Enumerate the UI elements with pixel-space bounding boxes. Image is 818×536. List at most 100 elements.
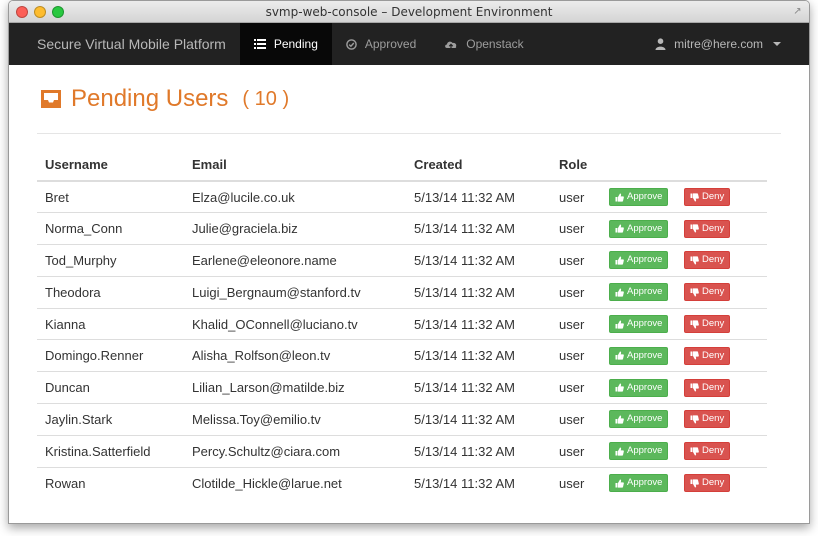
nav-approved[interactable]: Approved [332,23,430,65]
user-menu[interactable]: mitre@here.com [655,23,809,65]
cell-role: user [551,244,601,277]
thumbs-up-icon [615,447,624,456]
page-title: Pending Users [71,85,229,112]
cell-username: Jaylin.Stark [37,403,184,436]
thumbs-down-icon [690,415,699,424]
approve-button[interactable]: Approve [609,219,669,238]
thumbs-down-icon [690,447,699,456]
approve-button[interactable]: Approve [609,474,669,493]
table-row: Norma_Conn Julie@graciela.biz 5/13/14 11… [37,212,767,245]
thumbs-down-icon [690,224,699,233]
deny-button-label: Deny [702,477,725,489]
pending-count: ( 10 ) [242,87,290,110]
approve-button-label: Approve [627,413,663,425]
thumbs-up-icon [615,320,624,329]
cell-created: 5/13/14 11:32 AM [406,275,551,309]
cell-role: user [551,339,601,372]
thumbs-down-icon [690,319,699,329]
table-row: Duncan Lilian_Larson@matilde.biz 5/13/14… [37,371,767,404]
nav-approved-label: Approved [364,37,417,51]
approve-button-label: Approve [627,381,663,393]
cell-actions: Approve Deny [601,181,767,213]
deny-button-label: Deny [702,222,725,234]
cell-email: Elza@lucile.co.uk [192,189,295,205]
cell-email: Melissa.Toy@emilio.tv [184,403,406,436]
cell-username: Duncan [37,371,184,404]
approve-button[interactable]: Approve [609,315,669,334]
approve-button[interactable]: Approve [609,188,669,207]
cell-email: Lilian_Larson@matilde.biz [184,371,406,404]
brand-link[interactable]: Secure Virtual Mobile Platform [9,23,240,65]
cell-role: user [551,434,601,468]
nav-pending[interactable]: Pending [239,23,332,65]
deny-button[interactable]: Deny [684,315,731,334]
thumbs-up-icon [615,288,624,297]
list-icon [253,39,266,49]
cloud-upload-icon [445,41,457,49]
column-header-actions [601,152,767,182]
thumbs-up-icon [615,383,624,392]
deny-button[interactable]: Deny [684,442,731,461]
cell-username: Tod_Murphy [37,244,184,277]
check-circle-icon [346,38,357,50]
deny-button[interactable]: Deny [684,474,731,493]
approve-button-label: Approve [627,318,663,330]
cell-created: 5/13/14 11:32 AM [406,307,551,340]
cell-actions: Approve Deny [601,434,767,468]
cell-email: Percy.Schultz@ciara.com [184,434,406,468]
approve-button-label: Approve [627,445,663,457]
fullscreen-icon[interactable]: ↗ [792,6,803,17]
column-header-username: Username [37,152,184,182]
cell-email: Khalid_OConnell@luciano.tv [184,307,406,340]
cell-created: 5/13/14 11:32 AM [406,339,551,372]
cell-created: 5/13/14 11:32 AM [406,466,551,499]
column-header-created: Created [406,152,551,182]
window-controls [16,6,64,18]
cell-actions: Approve Deny [601,371,767,404]
cell-actions: Approve Deny [601,212,767,245]
thumbs-up-icon [615,351,624,360]
approve-button[interactable]: Approve [609,378,669,397]
cell-actions: Approve Deny [601,275,767,309]
inbox-icon [41,90,61,108]
cell-role: user [551,403,601,436]
approve-button[interactable]: Approve [609,251,669,270]
page-header: Pending Users ( 10 ) [37,65,781,134]
user-icon [655,38,666,50]
user-email: mitre@here.com [674,37,763,51]
cell-actions: Approve Deny [601,403,767,436]
approve-button[interactable]: Approve [609,346,669,365]
table-row: Kristina.Satterfield Percy.Schultz@ciara… [37,434,767,468]
chevron-down-icon [773,42,781,46]
deny-button[interactable]: Deny [684,283,731,302]
table-body: Bret Elza@lucile.co.uk 5/13/14 11:32 AM … [37,181,767,499]
deny-button-label: Deny [702,191,725,203]
table-row: Rowan Clotilde_Hickle@larue.net 5/13/14 … [37,466,767,499]
cell-created: 5/13/14 11:32 AM [406,244,551,277]
zoom-window-button[interactable] [52,6,64,18]
deny-button[interactable]: Deny [684,219,731,238]
cell-actions: Approve Deny [601,466,767,499]
deny-button-label: Deny [702,381,725,393]
window-title: svmp-web-console – Development Environme… [265,5,553,19]
cell-created: 5/13/14 11:32 AM [414,189,515,205]
deny-button[interactable]: Deny [684,378,731,397]
nav-openstack[interactable]: Openstack [430,23,537,65]
cell-username: Theodora [37,275,184,309]
deny-button[interactable]: Deny [684,346,731,365]
minimize-window-button[interactable] [34,6,46,18]
approve-button[interactable]: Approve [609,283,669,302]
close-window-button[interactable] [16,6,28,18]
approve-button[interactable]: Approve [609,410,669,429]
approve-button-label: Approve [627,191,663,203]
deny-button[interactable]: Deny [684,251,731,270]
deny-button[interactable]: Deny [684,410,731,429]
cell-role: user [551,212,601,245]
deny-button[interactable]: Deny [684,188,731,207]
window-titlebar[interactable]: svmp-web-console – Development Environme… [9,1,809,23]
cell-actions: Approve Deny [601,307,767,340]
thumbs-up-icon [615,415,624,424]
approve-button[interactable]: Approve [609,442,669,461]
cell-email: Luigi_Bergnaum@stanford.tv [184,275,406,309]
deny-button-label: Deny [702,286,725,298]
